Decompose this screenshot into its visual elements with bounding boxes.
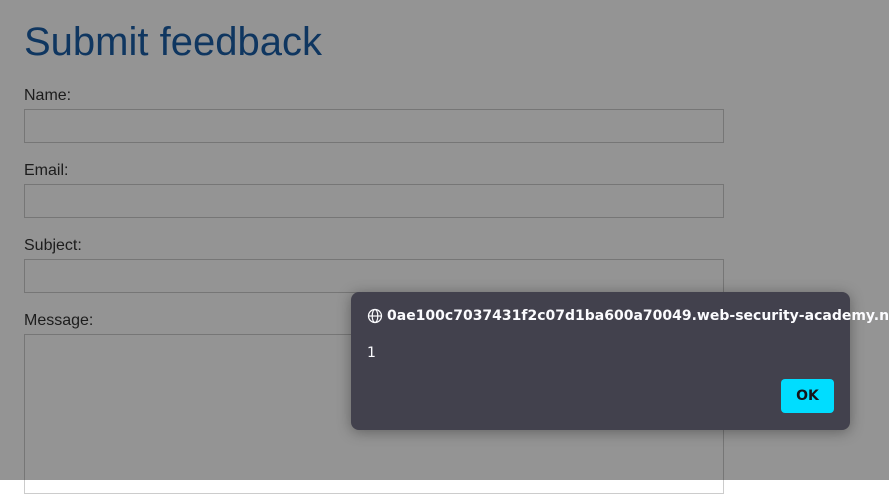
alert-dialog: 0ae100c7037431f2c07d1ba600a70049.web-sec… [351,292,889,430]
dialog-message: 1 [367,345,376,361]
ok-button[interactable]: OK [781,379,834,413]
dialog-origin-text: 0ae100c7037431f2c07d1ba600a70049.web-sec… [387,308,889,324]
globe-icon [367,308,383,324]
dialog-origin: 0ae100c7037431f2c07d1ba600a70049.web-sec… [367,308,889,324]
